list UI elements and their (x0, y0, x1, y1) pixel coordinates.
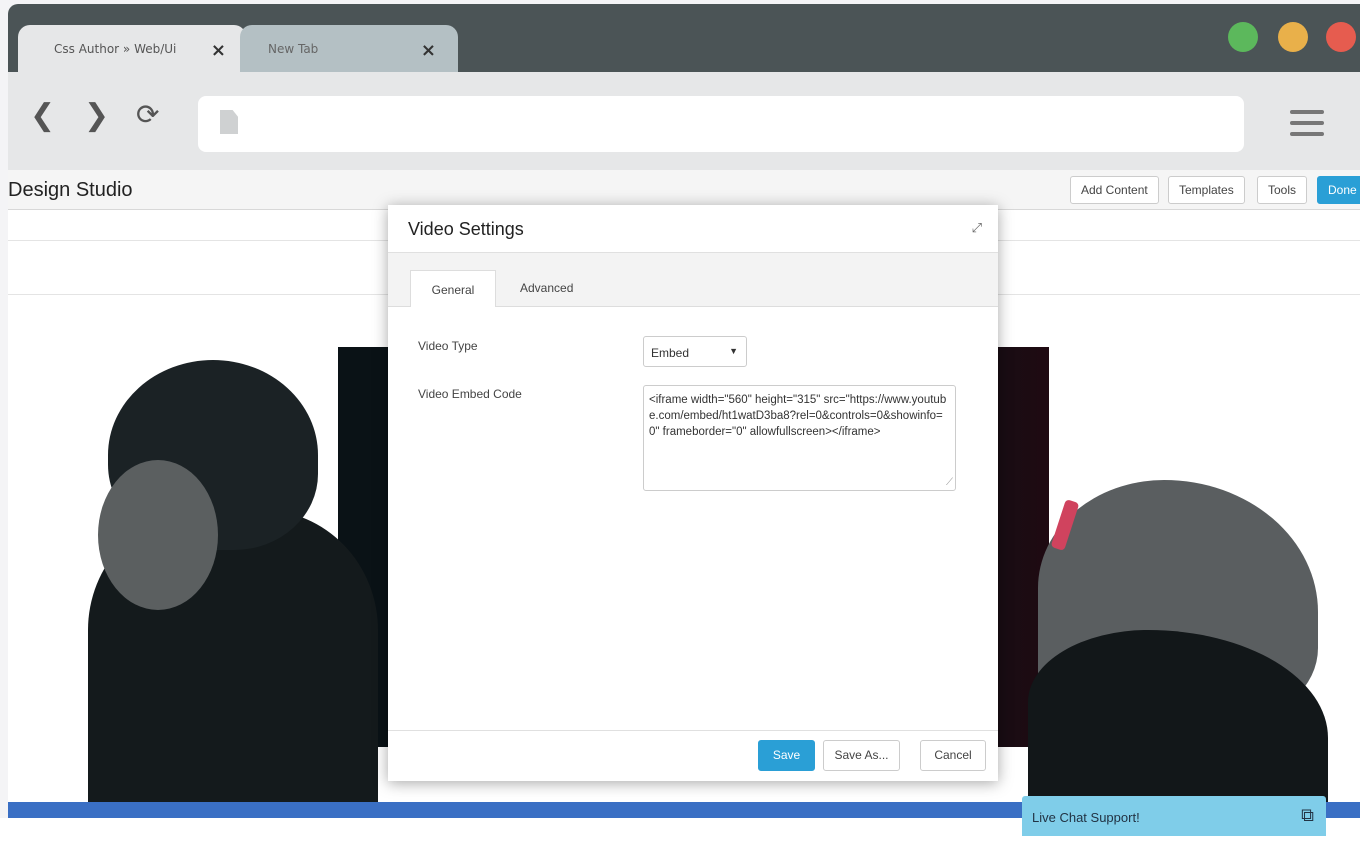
reload-icon[interactable]: ⟳ (136, 98, 159, 131)
save-button[interactable]: Save (758, 740, 815, 771)
video-settings-dialog: Video Settings ⤢ General Advanced Video … (388, 205, 998, 781)
forward-icon[interactable]: ❯ (84, 98, 109, 133)
done-button[interactable]: Done (1317, 176, 1360, 204)
cancel-button[interactable]: Cancel (920, 740, 986, 771)
chat-icon[interactable]: ⧉ (1301, 805, 1314, 826)
tab-new-tab[interactable]: New Tab × (240, 25, 458, 72)
app-toolbar: Design Studio Add Content Templates Tool… (8, 170, 1360, 210)
tab-css-author[interactable]: Css Author » Web/Ui × (18, 25, 246, 72)
close-tab-icon[interactable]: × (421, 40, 436, 61)
close-window-icon[interactable] (1326, 22, 1356, 52)
address-bar[interactable] (198, 96, 1244, 152)
tab-bar: Css Author » Web/Ui × New Tab × (8, 4, 1360, 72)
tab-label: Css Author » Web/Ui (54, 41, 177, 56)
save-as-button[interactable]: Save As... (823, 740, 900, 771)
dialog-footer: Save Save As... Cancel (388, 730, 998, 781)
add-content-button[interactable]: Add Content (1070, 176, 1159, 204)
video-type-value: Embed (651, 346, 690, 360)
tab-label: New Tab (268, 41, 319, 56)
navigation-bar: ❮ ❯ ⟳ (8, 72, 1360, 170)
page-icon (220, 110, 238, 134)
maximize-window-icon[interactable] (1228, 22, 1258, 52)
dialog-header: Video Settings ⤢ (388, 205, 998, 253)
hamburger-menu-icon[interactable] (1290, 110, 1324, 143)
embed-code-textarea[interactable]: <iframe width="560" height="315" src="ht… (643, 385, 956, 491)
tab-advanced[interactable]: Advanced (520, 270, 573, 307)
expand-icon[interactable]: ⤢ (972, 221, 982, 236)
embed-code-value: <iframe width="560" height="315" src="ht… (649, 394, 947, 439)
tab-general[interactable]: General (410, 270, 496, 307)
close-tab-icon[interactable]: × (211, 40, 226, 61)
resize-handle-icon[interactable]: ⟋ (946, 476, 953, 490)
video-type-label: Video Type (418, 339, 478, 353)
hero-figure-left-arm (98, 460, 218, 610)
dropdown-caret-icon: ▼ (729, 346, 738, 356)
templates-button[interactable]: Templates (1168, 176, 1245, 204)
video-type-select[interactable]: Embed ▼ (643, 336, 747, 367)
app-title: Design Studio (8, 179, 133, 201)
live-chat-widget[interactable]: Live Chat Support! ⧉ (1022, 796, 1326, 836)
embed-code-label: Video Embed Code (418, 387, 522, 401)
live-chat-label: Live Chat Support! (1032, 810, 1140, 825)
back-icon[interactable]: ❮ (30, 98, 55, 133)
tools-button[interactable]: Tools (1257, 176, 1308, 204)
minimize-window-icon[interactable] (1278, 22, 1308, 52)
dialog-title: Video Settings (408, 219, 524, 239)
dialog-tabs: General Advanced (388, 253, 998, 307)
